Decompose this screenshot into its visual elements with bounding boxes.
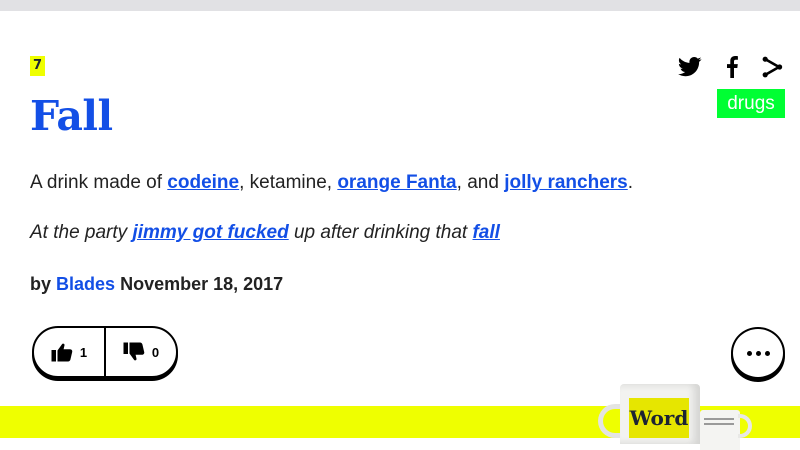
downvote-count: 0 bbox=[151, 344, 160, 360]
category-tag[interactable]: drugs bbox=[717, 89, 785, 118]
more-options-button[interactable] bbox=[731, 327, 785, 379]
small-mug-image[interactable] bbox=[700, 410, 740, 450]
thumbs-down-button[interactable]: 0 bbox=[104, 328, 176, 376]
thumbs-up-icon bbox=[51, 342, 73, 362]
share-button[interactable] bbox=[760, 52, 786, 82]
upvote-count: 1 bbox=[79, 344, 88, 360]
defined-word[interactable]: Fall bbox=[30, 86, 113, 146]
twitter-share-button[interactable] bbox=[676, 52, 704, 82]
share-icon bbox=[762, 56, 784, 78]
author-link[interactable]: Blades bbox=[56, 274, 115, 294]
twitter-icon bbox=[678, 57, 702, 77]
mug-image[interactable]: Word bbox=[620, 384, 700, 444]
facebook-share-button[interactable] bbox=[722, 52, 742, 82]
example-link-fall[interactable]: fall bbox=[472, 222, 499, 243]
meaning-text: , ketamine, bbox=[239, 172, 338, 193]
facebook-icon bbox=[726, 56, 738, 78]
meaning-link-codeine[interactable]: codeine bbox=[167, 172, 239, 193]
meaning-text: A drink made of bbox=[30, 172, 168, 193]
ellipsis-icon bbox=[746, 350, 752, 356]
example-text: up after drinking that bbox=[288, 222, 473, 243]
meaning-text: . bbox=[627, 172, 634, 193]
vote-buttons: 1 0 bbox=[32, 326, 178, 378]
meaning-text: , and bbox=[456, 172, 505, 193]
meaning-link-orange-fanta[interactable]: orange Fanta bbox=[337, 172, 456, 193]
contributor-by-label: by bbox=[30, 274, 52, 294]
definition-example: At the party jimmy got fucked up after d… bbox=[30, 220, 500, 246]
thumbs-up-button[interactable]: 1 bbox=[34, 328, 104, 376]
post-date: November 18, 2017 bbox=[120, 274, 284, 294]
meaning-link-jolly-ranchers[interactable]: jolly ranchers bbox=[504, 172, 628, 193]
example-text: At the party bbox=[30, 222, 133, 243]
definition-rank: 7 bbox=[30, 56, 46, 76]
definition-meaning: A drink made of codeine, ketamine, orang… bbox=[30, 170, 633, 196]
thumbs-down-icon bbox=[123, 342, 145, 362]
example-link-jimmy-got-fucked[interactable]: jimmy got fucked bbox=[132, 222, 288, 243]
mug-label: Word bbox=[629, 398, 689, 438]
contributor-line: by Blades November 18, 2017 bbox=[30, 271, 283, 297]
top-bar bbox=[0, 0, 800, 11]
